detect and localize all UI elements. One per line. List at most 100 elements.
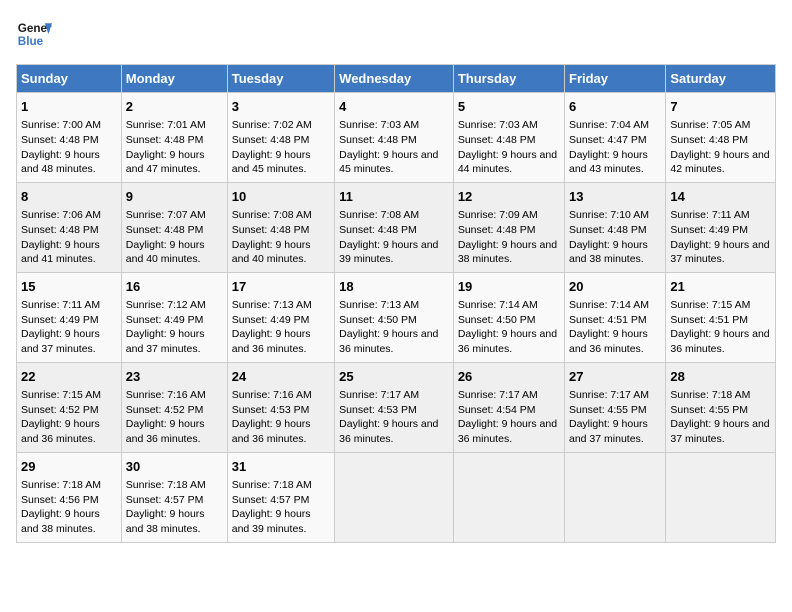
sunrise-text: Sunrise: 7:18 AM bbox=[126, 478, 223, 493]
sunrise-text: Sunrise: 7:13 AM bbox=[339, 298, 449, 313]
day-number: 21 bbox=[670, 278, 771, 296]
calendar-cell: 2 Sunrise: 7:01 AMSunset: 4:48 PMDaylight… bbox=[121, 93, 227, 183]
daylight-text: Daylight: 9 hours and 36 minutes. bbox=[339, 417, 449, 446]
col-header-monday: Monday bbox=[121, 65, 227, 93]
daylight-text: Daylight: 9 hours and 39 minutes. bbox=[339, 238, 449, 267]
sunset-text: Sunset: 4:55 PM bbox=[569, 403, 661, 418]
daylight-text: Daylight: 9 hours and 45 minutes. bbox=[339, 148, 449, 177]
daylight-text: Daylight: 9 hours and 36 minutes. bbox=[458, 417, 560, 446]
calendar-cell: 16 Sunrise: 7:12 AMSunset: 4:49 PMDayligh… bbox=[121, 272, 227, 362]
sunset-text: Sunset: 4:53 PM bbox=[339, 403, 449, 418]
col-header-friday: Friday bbox=[565, 65, 666, 93]
sunset-text: Sunset: 4:55 PM bbox=[670, 403, 771, 418]
col-header-thursday: Thursday bbox=[453, 65, 564, 93]
calendar-cell: 19Sunrise: 7:14 AMSunset: 4:50 PMDayligh… bbox=[453, 272, 564, 362]
calendar-cell: 1 Sunrise: 7:00 AMSunset: 4:48 PMDaylight… bbox=[17, 93, 122, 183]
daylight-text: Daylight: 9 hours and 41 minutes. bbox=[21, 238, 117, 267]
sunset-text: Sunset: 4:49 PM bbox=[670, 223, 771, 238]
sunrise-text: Sunrise: 7:18 AM bbox=[232, 478, 330, 493]
calendar-week-row: 8Sunrise: 7:06 AMSunset: 4:48 PMDaylight… bbox=[17, 182, 776, 272]
daylight-text: Daylight: 9 hours and 47 minutes. bbox=[126, 148, 223, 177]
daylight-text: Daylight: 9 hours and 36 minutes. bbox=[232, 417, 330, 446]
day-number: 26 bbox=[458, 368, 560, 386]
calendar-cell: 22Sunrise: 7:15 AMSunset: 4:52 PMDayligh… bbox=[17, 362, 122, 452]
daylight-text: Daylight: 9 hours and 38 minutes. bbox=[458, 238, 560, 267]
calendar-cell: 27Sunrise: 7:17 AMSunset: 4:55 PMDayligh… bbox=[565, 362, 666, 452]
day-number: 19 bbox=[458, 278, 560, 296]
sunrise-text: Sunrise: 7:03 AM bbox=[339, 118, 449, 133]
sunrise-text: Sunrise: 7:12 AM bbox=[126, 298, 223, 313]
daylight-text: Daylight: 9 hours and 37 minutes. bbox=[670, 417, 771, 446]
daylight-text: Daylight: 9 hours and 44 minutes. bbox=[458, 148, 560, 177]
daylight-text: Daylight: 9 hours and 36 minutes. bbox=[232, 327, 330, 356]
sunset-text: Sunset: 4:48 PM bbox=[126, 133, 223, 148]
daylight-text: Daylight: 9 hours and 42 minutes. bbox=[670, 148, 771, 177]
sunrise-text: Sunrise: 7:02 AM bbox=[232, 118, 330, 133]
sunset-text: Sunset: 4:48 PM bbox=[21, 133, 117, 148]
sunrise-text: Sunrise: 7:00 AM bbox=[21, 118, 117, 133]
calendar-cell: 8Sunrise: 7:06 AMSunset: 4:48 PMDaylight… bbox=[17, 182, 122, 272]
day-number: 6 bbox=[569, 98, 661, 116]
sunset-text: Sunset: 4:48 PM bbox=[458, 133, 560, 148]
sunrise-text: Sunrise: 7:17 AM bbox=[339, 388, 449, 403]
calendar-cell: 20Sunrise: 7:14 AMSunset: 4:51 PMDayligh… bbox=[565, 272, 666, 362]
sunrise-text: Sunrise: 7:06 AM bbox=[21, 208, 117, 223]
daylight-text: Daylight: 9 hours and 37 minutes. bbox=[21, 327, 117, 356]
day-number: 31 bbox=[232, 458, 330, 476]
sunrise-text: Sunrise: 7:04 AM bbox=[569, 118, 661, 133]
calendar-cell: 6Sunrise: 7:04 AMSunset: 4:47 PMDaylight… bbox=[565, 93, 666, 183]
sunset-text: Sunset: 4:57 PM bbox=[126, 493, 223, 508]
sunset-text: Sunset: 4:51 PM bbox=[569, 313, 661, 328]
sunrise-text: Sunrise: 7:16 AM bbox=[126, 388, 223, 403]
day-number: 23 bbox=[126, 368, 223, 386]
calendar-cell: 21Sunrise: 7:15 AMSunset: 4:51 PMDayligh… bbox=[666, 272, 776, 362]
day-number: 28 bbox=[670, 368, 771, 386]
daylight-text: Daylight: 9 hours and 38 minutes. bbox=[126, 507, 223, 536]
calendar-cell: 4Sunrise: 7:03 AMSunset: 4:48 PMDaylight… bbox=[335, 93, 454, 183]
sunrise-text: Sunrise: 7:07 AM bbox=[126, 208, 223, 223]
daylight-text: Daylight: 9 hours and 36 minutes. bbox=[21, 417, 117, 446]
sunset-text: Sunset: 4:48 PM bbox=[126, 223, 223, 238]
daylight-text: Daylight: 9 hours and 43 minutes. bbox=[569, 148, 661, 177]
calendar-cell: 10Sunrise: 7:08 AMSunset: 4:48 PMDayligh… bbox=[227, 182, 334, 272]
sunrise-text: Sunrise: 7:10 AM bbox=[569, 208, 661, 223]
sunset-text: Sunset: 4:52 PM bbox=[21, 403, 117, 418]
calendar-cell: 29Sunrise: 7:18 AMSunset: 4:56 PMDayligh… bbox=[17, 452, 122, 542]
day-number: 3 bbox=[232, 98, 330, 116]
day-number: 13 bbox=[569, 188, 661, 206]
calendar-cell: 14Sunrise: 7:11 AMSunset: 4:49 PMDayligh… bbox=[666, 182, 776, 272]
calendar-cell bbox=[453, 452, 564, 542]
calendar-cell: 7Sunrise: 7:05 AMSunset: 4:48 PMDaylight… bbox=[666, 93, 776, 183]
day-number: 16 bbox=[126, 278, 223, 296]
sunset-text: Sunset: 4:49 PM bbox=[21, 313, 117, 328]
sunset-text: Sunset: 4:52 PM bbox=[126, 403, 223, 418]
sunset-text: Sunset: 4:48 PM bbox=[339, 223, 449, 238]
sunrise-text: Sunrise: 7:18 AM bbox=[670, 388, 771, 403]
calendar-header-row: SundayMondayTuesdayWednesdayThursdayFrid… bbox=[17, 65, 776, 93]
day-number: 2 bbox=[126, 98, 223, 116]
sunset-text: Sunset: 4:48 PM bbox=[232, 133, 330, 148]
day-number: 30 bbox=[126, 458, 223, 476]
daylight-text: Daylight: 9 hours and 37 minutes. bbox=[126, 327, 223, 356]
daylight-text: Daylight: 9 hours and 36 minutes. bbox=[670, 327, 771, 356]
daylight-text: Daylight: 9 hours and 36 minutes. bbox=[126, 417, 223, 446]
day-number: 7 bbox=[670, 98, 771, 116]
day-number: 12 bbox=[458, 188, 560, 206]
logo-icon: General Blue bbox=[16, 16, 52, 52]
daylight-text: Daylight: 9 hours and 48 minutes. bbox=[21, 148, 117, 177]
day-number: 1 bbox=[21, 98, 117, 116]
sunset-text: Sunset: 4:49 PM bbox=[126, 313, 223, 328]
day-number: 4 bbox=[339, 98, 449, 116]
day-number: 18 bbox=[339, 278, 449, 296]
sunset-text: Sunset: 4:54 PM bbox=[458, 403, 560, 418]
calendar-cell: 26Sunrise: 7:17 AMSunset: 4:54 PMDayligh… bbox=[453, 362, 564, 452]
sunrise-text: Sunrise: 7:15 AM bbox=[21, 388, 117, 403]
sunrise-text: Sunrise: 7:11 AM bbox=[670, 208, 771, 223]
sunset-text: Sunset: 4:48 PM bbox=[569, 223, 661, 238]
day-number: 27 bbox=[569, 368, 661, 386]
calendar-cell: 24Sunrise: 7:16 AMSunset: 4:53 PMDayligh… bbox=[227, 362, 334, 452]
sunrise-text: Sunrise: 7:05 AM bbox=[670, 118, 771, 133]
sunrise-text: Sunrise: 7:16 AM bbox=[232, 388, 330, 403]
day-number: 11 bbox=[339, 188, 449, 206]
sunrise-text: Sunrise: 7:01 AM bbox=[126, 118, 223, 133]
